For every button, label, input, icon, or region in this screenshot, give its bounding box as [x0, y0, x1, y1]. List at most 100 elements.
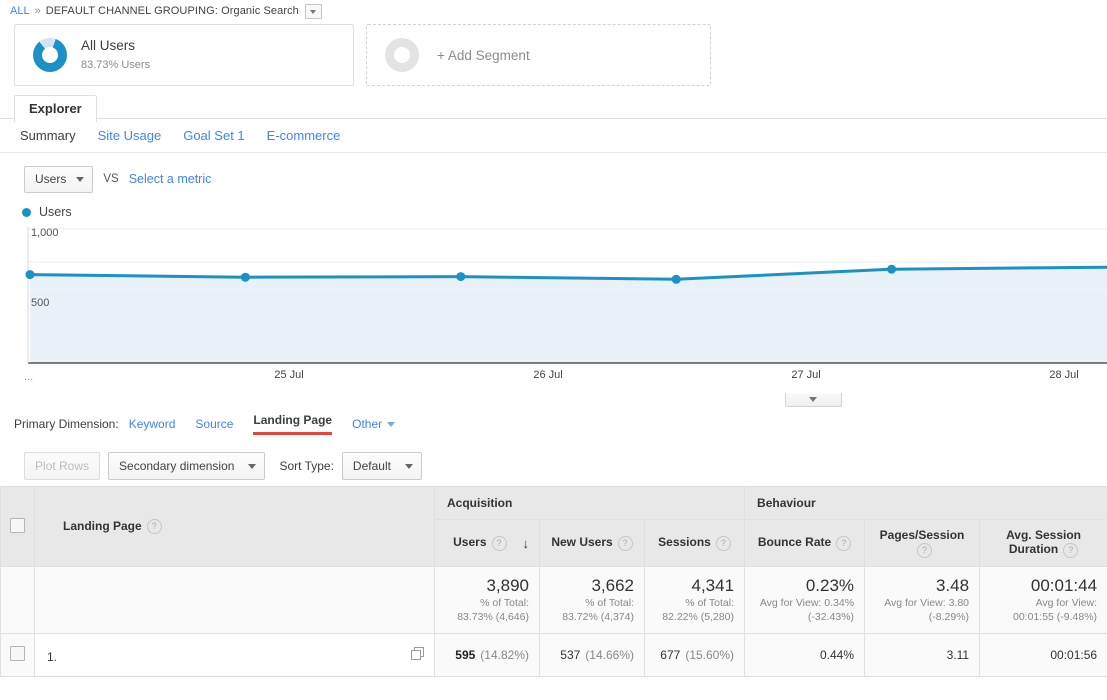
vs-label: VS	[103, 173, 119, 185]
primary-metric-dropdown[interactable]: Users	[24, 165, 94, 193]
help-icon[interactable]: ?	[1063, 542, 1079, 558]
help-icon[interactable]: ?	[146, 519, 162, 535]
help-icon[interactable]: ?	[715, 535, 731, 551]
summary-checkbox-cell	[0, 566, 35, 634]
plot-rows-button[interactable]: Plot Rows	[24, 452, 101, 480]
row-checkbox-cell	[0, 633, 35, 677]
row-users-value: 595	[455, 648, 476, 662]
breadcrumb: ALL » DEFAULT CHANNEL GROUPING: Organic …	[0, 0, 1107, 20]
pages-session-header-label: Pages/Session	[879, 528, 965, 543]
explorer-tab-strip: Explorer	[0, 88, 1107, 122]
row-sessions-percent: (15.60%)	[685, 648, 735, 662]
column-header-pages-session[interactable]: Pages/Session?	[864, 519, 981, 567]
column-header-new-users[interactable]: New Users?	[539, 519, 645, 567]
new-users-header-label: New Users	[551, 535, 613, 550]
x-axis-tick-28-jul: 28 Jul	[1049, 369, 1079, 381]
summary-new-users-value: 3,662	[591, 576, 634, 596]
tab-explorer[interactable]: Explorer	[14, 95, 97, 122]
summary-dimension-cell	[34, 566, 435, 634]
select-a-metric-link[interactable]: Select a metric	[129, 172, 212, 186]
chevron-down-icon	[248, 463, 257, 469]
breadcrumb-all-link[interactable]: ALL	[10, 5, 30, 17]
bounce-rate-header-label: Bounce Rate	[757, 535, 832, 550]
chart-data-point[interactable]	[456, 272, 466, 282]
column-header-users[interactable]: Users? ↓	[434, 519, 540, 567]
open-in-new-window-icon[interactable]	[411, 647, 424, 660]
chevron-down-icon	[76, 176, 85, 182]
x-axis-tick-26-jul: 26 Jul	[533, 369, 563, 381]
table-summary-row: 3,890 % of Total: 83.73% (4,646) 3,662 %…	[0, 566, 1107, 634]
summary-sessions-line2: 82.22% (5,280)	[662, 611, 735, 624]
summary-users-line2: 83.73% (4,646)	[457, 611, 529, 624]
tab-goal-set-1[interactable]: Goal Set 1	[183, 128, 244, 143]
help-icon[interactable]: ?	[917, 542, 933, 558]
row-new-users-percent: (14.66%)	[585, 648, 634, 662]
group-header-behaviour: Behaviour	[744, 486, 1107, 520]
table-row[interactable]: 1. 595 (14.82%) 537 (14.66%) 677 (15.60%) 0	[0, 633, 1107, 677]
summary-cell-avg-duration: 00:01:44 Avg for View: 00:01:55 (-9.48%)	[979, 566, 1107, 634]
tab-summary[interactable]: Summary	[20, 128, 76, 143]
primary-dimension-landing-page[interactable]: Landing Page	[253, 413, 333, 435]
row-select-checkbox[interactable]	[10, 646, 25, 661]
help-icon[interactable]: ?	[491, 535, 507, 551]
chevron-down-icon[interactable]	[304, 3, 322, 19]
legend-label: Users	[39, 205, 72, 219]
chart-data-point[interactable]	[25, 270, 35, 280]
y-axis-tick-1000: 1,000	[31, 227, 59, 239]
add-segment-label: + Add Segment	[437, 47, 530, 63]
column-header-bounce-rate[interactable]: Bounce Rate?	[744, 519, 866, 567]
primary-dimension-keyword[interactable]: Keyword	[129, 417, 176, 431]
primary-dimension-source[interactable]: Source	[195, 417, 233, 431]
summary-bounce-rate-value: 0.23%	[805, 576, 855, 596]
summary-users-value: 3,890	[486, 576, 529, 596]
report-table: Landing Page? Acquisition Behaviour User…	[0, 486, 1107, 677]
chart-data-point[interactable]	[887, 264, 897, 274]
summary-cell-users: 3,890 % of Total: 83.73% (4,646)	[434, 566, 540, 634]
chart-data-point[interactable]	[240, 272, 250, 282]
summary-cell-sessions: 4,341 % of Total: 82.22% (5,280)	[643, 566, 746, 634]
primary-metric-value: Users	[35, 172, 67, 186]
secondary-dimension-dropdown[interactable]: Secondary dimension	[108, 452, 266, 480]
segment-title: All Users	[81, 38, 136, 54]
column-header-sessions[interactable]: Sessions?	[643, 519, 746, 567]
sort-type-value: Default	[352, 459, 391, 473]
summary-new-users-line1: % of Total:	[585, 597, 634, 610]
sort-descending-icon[interactable]: ↓	[523, 536, 530, 551]
summary-sessions-line1: % of Total:	[685, 597, 735, 610]
column-header-avg-session-duration[interactable]: Avg. Session Duration?	[979, 519, 1107, 567]
row-cell-bounce-rate: 0.44%	[744, 633, 866, 677]
select-all-checkbox[interactable]	[10, 517, 25, 533]
summary-avg-duration-value: 00:01:44	[1030, 576, 1098, 596]
sort-type-label: Sort Type:	[279, 459, 334, 473]
summary-avg-duration-line2: 00:01:55 (-9.48%)	[1013, 611, 1098, 624]
row-index: 1.	[47, 650, 58, 664]
landing-page-header-label: Landing Page	[63, 518, 142, 533]
empty-circle-icon	[385, 38, 419, 72]
sessions-header-label: Sessions	[658, 535, 711, 550]
tab-site-usage[interactable]: Site Usage	[98, 128, 162, 143]
users-over-time-chart: 1,000 500 ... 25 Jul 26 Jul 27 Jul 28 Ju…	[0, 227, 1107, 407]
chart-data-point[interactable]	[671, 274, 681, 284]
primary-dimension-other[interactable]: Other	[352, 417, 395, 431]
help-icon[interactable]: ?	[836, 535, 852, 551]
segment-subtitle: 83.73% Users	[81, 58, 151, 71]
sort-type-dropdown[interactable]: Default	[341, 452, 422, 480]
segment-all-users[interactable]: All Users 83.73% Users	[14, 24, 354, 86]
legend-color-dot	[22, 207, 31, 217]
chart-canvas	[25, 227, 1107, 364]
summary-sessions-value: 4,341	[691, 576, 735, 596]
add-segment-button[interactable]: + Add Segment	[366, 24, 711, 86]
tab-ecommerce[interactable]: E-commerce	[267, 128, 341, 143]
group-header-acquisition: Acquisition	[433, 486, 746, 520]
explorer-subtabs: Summary Site Usage Goal Set 1 E-commerce	[0, 119, 1107, 153]
row-cell-avg-duration: 00:01:56	[979, 633, 1107, 677]
chevron-down-icon	[404, 463, 413, 469]
chart-collapse-button[interactable]	[785, 393, 842, 407]
breadcrumb-current-label: DEFAULT CHANNEL GROUPING: Organic Search	[45, 5, 299, 17]
segment-bar: All Users 83.73% Users + Add Segment	[0, 20, 1107, 88]
column-header-landing-page[interactable]: Landing Page?	[34, 486, 435, 567]
help-icon[interactable]: ?	[617, 535, 633, 551]
summary-users-line1: % of Total:	[480, 597, 529, 610]
primary-dimension-label: Primary Dimension:	[14, 417, 119, 431]
x-axis-tick-25-jul: 25 Jul	[274, 369, 304, 381]
